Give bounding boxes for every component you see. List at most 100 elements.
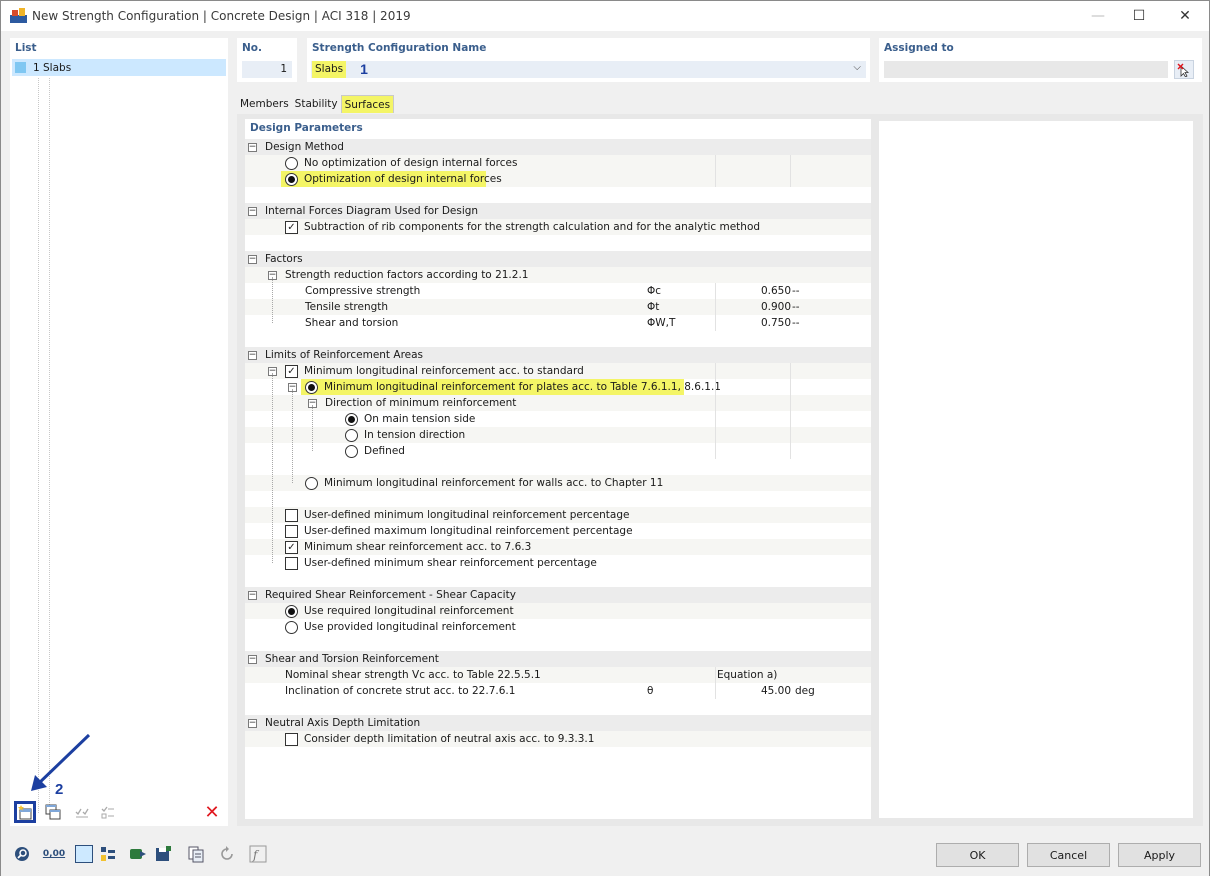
factor-row: Compressive strength Φc 0.650 -- — [245, 283, 871, 299]
option-label: Minimum longitudinal reinforcement for p… — [324, 381, 721, 393]
checkbox-min-longitudinal[interactable]: ✓ — [285, 364, 298, 378]
factor-row: Shear and torsion ΦW,T 0.750 -- — [245, 315, 871, 331]
assigned-field[interactable] — [884, 61, 1168, 78]
new-item-button[interactable] — [14, 801, 36, 823]
option-label: Subtraction of rib components for the st… — [304, 221, 761, 233]
option-label: Use provided longitudinal reinforcement — [304, 621, 516, 633]
tab-members[interactable]: Members — [237, 95, 292, 113]
check-all-button[interactable] — [71, 801, 93, 823]
name-panel: Strength Configuration Name Slabs 1 ⌵ — [307, 38, 870, 82]
group-label: Design Method — [265, 141, 344, 153]
reset-icon — [221, 846, 233, 860]
delete-icon: ✕ — [204, 801, 220, 823]
radio-defined[interactable] — [345, 444, 358, 458]
decimal-places-button[interactable]: 0,00 — [42, 843, 66, 865]
factor-value[interactable]: 0.750 — [715, 317, 791, 329]
checkbox-neutral-axis-limit[interactable] — [285, 732, 298, 746]
reset-button[interactable] — [216, 843, 238, 865]
radio-provided-longitudinal[interactable] — [285, 620, 298, 634]
collapse-icon[interactable]: − — [248, 654, 257, 664]
import-button[interactable] — [127, 843, 149, 865]
option-row: No optimization of design internal force… — [245, 155, 871, 171]
radio-optimization[interactable] — [285, 172, 298, 186]
cancel-button[interactable]: Cancel — [1027, 843, 1110, 867]
radio-no-optimization[interactable] — [285, 156, 298, 170]
group-shear-torsion: − Shear and Torsion Reinforcement — [245, 651, 871, 667]
factor-value[interactable]: 0.900 — [715, 301, 791, 313]
radio-main-tension-side[interactable] — [345, 412, 358, 426]
color-swatch-icon — [15, 62, 26, 73]
factor-label: Compressive strength — [305, 285, 421, 297]
option-row: On main tension side — [245, 411, 871, 427]
search-button[interactable] — [11, 843, 33, 865]
tab-surfaces[interactable]: Surfaces — [340, 95, 395, 113]
close-button[interactable]: ✕ — [1162, 1, 1208, 31]
collapse-icon[interactable]: − — [248, 142, 257, 152]
parameter-unit: deg — [795, 685, 815, 697]
structure-icon — [101, 847, 115, 861]
app-icon — [10, 8, 27, 23]
design-parameters-grid: Design Parameters − Design Method No opt… — [245, 119, 871, 819]
group-factors: − Factors — [245, 251, 871, 267]
maximize-button[interactable]: ☐ — [1116, 1, 1162, 31]
delete-button[interactable]: ✕ — [201, 801, 223, 823]
copy-item-button[interactable] — [42, 801, 64, 823]
library-button[interactable] — [185, 843, 207, 865]
factor-symbol: Φc — [647, 285, 662, 297]
factor-symbol: ΦW,T — [647, 317, 676, 329]
option-row: Use required longitudinal reinforcement — [245, 603, 871, 619]
chevron-down-icon[interactable]: ⌵ — [853, 62, 861, 73]
search-icon — [15, 847, 29, 861]
save-button[interactable] — [152, 843, 174, 865]
ok-button[interactable]: OK — [936, 843, 1019, 867]
checkbox-min-shear[interactable]: ✓ — [285, 540, 298, 554]
nominal-shear-select[interactable]: Equation a) — [717, 669, 777, 681]
list-toolbar: ✕ — [13, 800, 225, 824]
parameter-row: Nominal shear strength Vc acc. to Table … — [245, 667, 871, 683]
collapse-icon[interactable]: − — [248, 718, 257, 728]
factor-symbol: Φt — [647, 301, 660, 313]
option-row: Minimum longitudinal reinforcement for w… — [245, 475, 871, 491]
radio-tension-direction[interactable] — [345, 428, 358, 442]
radio-min-plates[interactable] — [305, 380, 318, 394]
number-field[interactable]: 1 — [242, 61, 292, 78]
collapse-icon[interactable]: − — [248, 254, 257, 264]
radio-min-walls[interactable] — [305, 476, 318, 490]
collapse-icon[interactable]: − — [248, 590, 257, 600]
checkbox-user-min-shear[interactable] — [285, 556, 298, 570]
preview-pane — [879, 121, 1193, 818]
checkbox-subtraction-rib[interactable]: ✓ — [285, 220, 298, 234]
list-panel: List 1 Slabs ✕ — [10, 38, 228, 826]
assigned-panel: Assigned to — [879, 38, 1202, 82]
option-row: User-defined minimum longitudinal reinfo… — [245, 507, 871, 523]
list-header: List — [15, 42, 37, 54]
formula-button[interactable]: f — [247, 843, 269, 865]
name-combobox[interactable]: Slabs 1 ⌵ — [311, 61, 866, 78]
structure-button[interactable] — [97, 843, 119, 865]
option-row: Use provided longitudinal reinforcement — [245, 619, 871, 635]
tree-guide — [49, 78, 50, 813]
factor-value[interactable]: 0.650 — [715, 285, 791, 297]
apply-button[interactable]: Apply — [1118, 843, 1201, 867]
group-shear-capacity: − Required Shear Reinforcement - Shear C… — [245, 587, 871, 603]
minimize-button[interactable]: — — [1075, 1, 1121, 31]
tree-guide — [312, 405, 313, 451]
library-icon — [188, 846, 204, 863]
radio-required-longitudinal[interactable] — [285, 604, 298, 618]
option-label: Minimum longitudinal reinforcement for w… — [324, 477, 664, 489]
inclination-value[interactable]: 45.00 — [715, 685, 791, 697]
color-button[interactable] — [73, 843, 95, 865]
option-label: On main tension side — [364, 413, 476, 425]
option-label: Minimum shear reinforcement acc. to 7.6.… — [304, 541, 532, 553]
checkbox-user-min[interactable] — [285, 508, 298, 522]
collapse-icon[interactable]: − — [248, 350, 257, 360]
collapse-icon[interactable]: − — [248, 206, 257, 216]
group-design-method: − Design Method — [245, 139, 871, 155]
select-objects-button[interactable] — [1174, 60, 1194, 79]
uncheck-all-button[interactable] — [97, 801, 119, 823]
list-item[interactable]: 1 Slabs — [12, 59, 226, 76]
checkbox-user-max[interactable] — [285, 524, 298, 538]
tab-stability[interactable]: Stability — [292, 95, 341, 113]
dialog-window: New Strength Configuration | Concrete De… — [0, 0, 1210, 876]
annotation-step-1: 1 — [360, 60, 368, 77]
